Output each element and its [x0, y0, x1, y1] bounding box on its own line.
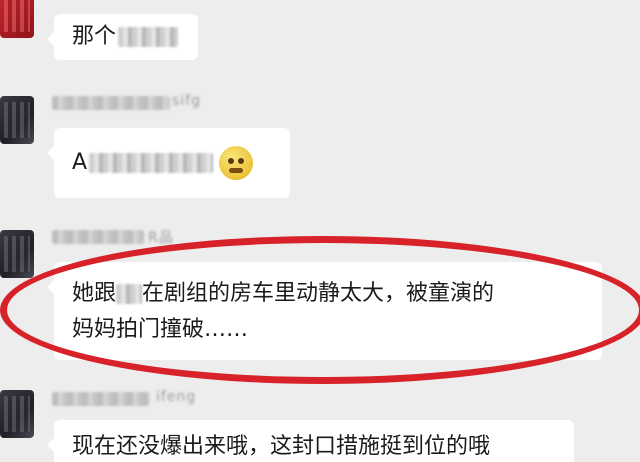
chat-screen: 那个 sifg A R品 她跟 在剧组的房车里动静太大，被童演的 妈妈拍门撞破………	[0, 0, 640, 462]
message-bubble[interactable]: A	[47, 128, 290, 198]
sender-name-redacted	[52, 230, 144, 244]
avatar[interactable]	[0, 0, 34, 38]
sender-name-partial: sifg	[172, 93, 201, 109]
message-text: 现在还没爆出来哦，这封口措施挺到位的哦	[72, 434, 491, 459]
avatar[interactable]	[0, 230, 34, 278]
message-text-prefix: 她跟	[72, 281, 117, 306]
sender-name-redacted	[52, 96, 170, 110]
message-bubble[interactable]: 那个	[47, 14, 198, 60]
message-bubble[interactable]: 现在还没爆出来哦，这封口措施挺到位的哦	[47, 420, 574, 462]
sender-name-redacted	[52, 392, 150, 406]
message-line-2: 妈妈拍门撞破……	[72, 317, 249, 342]
redacted-text	[89, 153, 214, 173]
redacted-text	[118, 27, 179, 47]
message-text-suffix: 在剧组的房车里动静太大，被童演的	[142, 281, 495, 306]
avatar[interactable]	[0, 96, 34, 144]
sender-name-partial: ifeng	[156, 389, 197, 405]
message-bubble-highlighted[interactable]: 她跟 在剧组的房车里动静太大，被童演的 妈妈拍门撞破……	[47, 262, 602, 360]
grimacing-emoji-icon	[219, 146, 254, 180]
message-text: A	[72, 150, 88, 175]
message-text: 那个	[72, 24, 117, 49]
sender-name-partial: R品	[148, 230, 174, 246]
redacted-text	[116, 284, 143, 304]
message-line-1: 她跟 在剧组的房车里动静太大，被童演的	[72, 276, 584, 312]
avatar[interactable]	[0, 390, 34, 438]
